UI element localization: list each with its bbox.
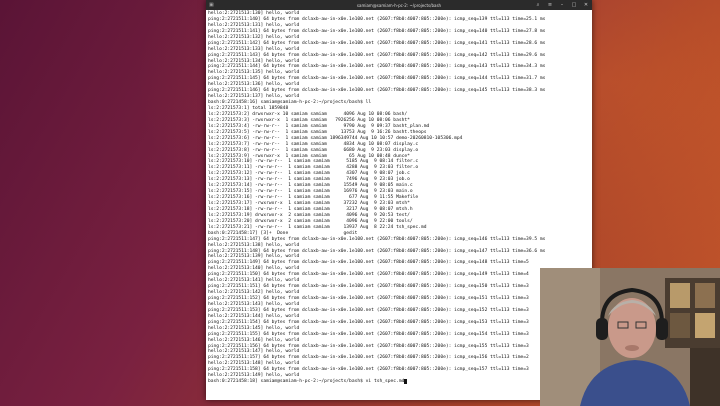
terminal-titlebar[interactable]: ▣ samiam@samiam-h-pc-2: ~/projects/bash … [206,0,592,10]
terminal-line: ping:2:2721511:140] 64 bytes from dclaxb… [208,16,546,22]
text-cursor [404,379,408,385]
prompt-command-text: bash:0:2721458:18] samiam@samiam-h-pc-2:… [208,379,405,385]
terminal-line: ping:2:2721511:147] 64 bytes from dclaxb… [208,236,546,242]
terminal-line: ping:2:2721511:143] 64 bytes from dclaxb… [208,52,546,58]
webcam-overlay [540,268,720,406]
terminal-output[interactable]: hello:2:2721513:130] hello, world ping:2:… [206,10,592,400]
minimize-icon[interactable]: – [559,2,565,8]
terminal-line: ping:2:2721511:141] 64 bytes from dclaxb… [208,28,546,34]
webcam-person-image [540,268,720,406]
search-icon[interactable]: ⌕ [535,2,541,8]
terminal-prompt-line[interactable]: bash:0:2721458:18] samiam@samiam-h-pc-2:… [208,379,590,385]
terminal-line: ping:2:2721511:142] 64 bytes from dclaxb… [208,40,546,46]
close-icon[interactable]: ✕ [583,2,589,8]
terminal-window[interactable]: ▣ samiam@samiam-h-pc-2: ~/projects/bash … [206,0,592,400]
maximize-icon[interactable]: □ [571,2,577,8]
menu-icon[interactable]: ≡ [547,2,553,8]
